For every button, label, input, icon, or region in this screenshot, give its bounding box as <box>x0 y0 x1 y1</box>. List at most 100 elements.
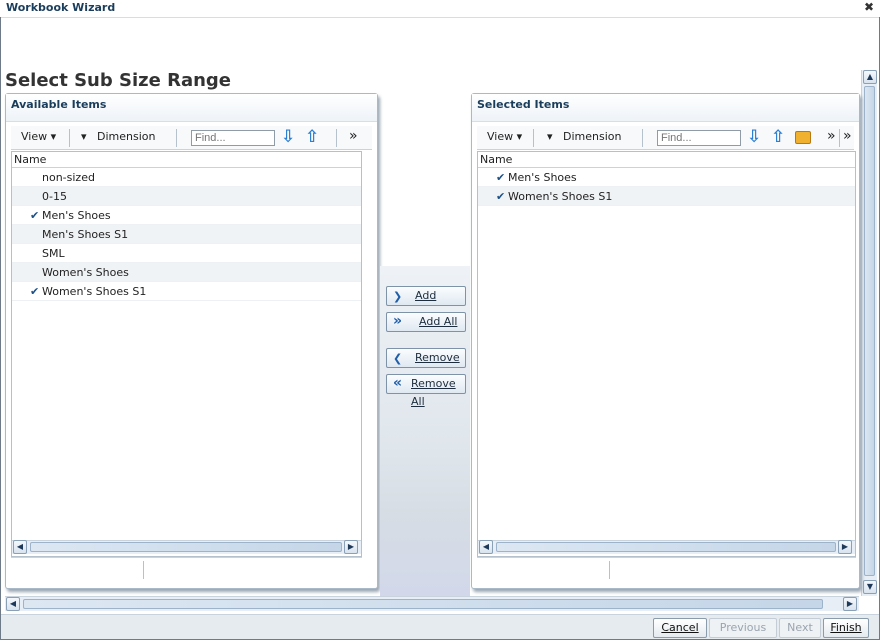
available-items-panel: Available Items View ▾ ▾ Dimension ⇩ ⇧ »… <box>5 93 378 589</box>
page-title: Select Sub Size Range <box>5 70 232 91</box>
list-item-label: Men's Shoes S1 <box>42 228 129 241</box>
remove-button[interactable]: ❮ Remove <box>386 348 466 368</box>
page-horizontal-scrollbar[interactable]: ◀ ▶ <box>5 596 859 611</box>
list-item[interactable]: SML <box>12 244 361 263</box>
toolbar-separator <box>642 129 643 147</box>
list-item[interactable]: Women's Shoes <box>12 263 361 282</box>
list-item[interactable]: ✔ Women's Shoes S1 <box>478 187 855 206</box>
find-input[interactable] <box>657 130 741 146</box>
scroll-thumb[interactable] <box>23 599 823 609</box>
scroll-left-icon[interactable]: ◀ <box>6 597 20 611</box>
more-icon[interactable]: » <box>843 128 852 144</box>
status-separator <box>609 561 610 579</box>
finish-button-label: Finish <box>830 621 862 634</box>
scroll-down-icon[interactable]: ▼ <box>863 580 877 594</box>
list-item[interactable]: ✔ Men's Shoes <box>12 206 361 225</box>
remove-all-icon: « <box>393 375 403 391</box>
available-status-bar <box>11 557 362 579</box>
add-all-button-label: Add All <box>419 315 458 328</box>
scroll-thumb[interactable] <box>30 542 342 552</box>
list-item-label: 0-15 <box>42 190 67 203</box>
list-item[interactable]: 0-15 <box>12 187 361 206</box>
wizard-footer: Cancel Previous Next Finish <box>1 614 879 639</box>
add-all-icon: » <box>393 313 403 329</box>
scroll-right-icon[interactable]: ▶ <box>344 540 358 554</box>
list-item-label: Men's Shoes <box>508 171 577 184</box>
folder-star-icon[interactable] <box>795 131 811 144</box>
previous-button[interactable]: Previous <box>709 618 777 638</box>
view-menu[interactable]: View ▾ <box>21 130 56 143</box>
scroll-up-icon[interactable]: ▲ <box>863 70 877 84</box>
close-icon[interactable]: ✖ <box>862 0 876 14</box>
window-title: Workbook Wizard <box>6 1 116 14</box>
scroll-thumb[interactable] <box>496 542 836 552</box>
available-rows: non-sized 0-15 ✔ Men's Shoes Men's Shoes S1 S… <box>12 168 361 538</box>
check-icon: ✔ <box>30 209 40 222</box>
check-icon: ✔ <box>496 171 506 184</box>
dimension-dropdown-icon[interactable]: ▾ <box>547 130 553 143</box>
list-item[interactable]: ✔ Men's Shoes <box>478 168 855 187</box>
available-toolbar: View ▾ ▾ Dimension ⇩ ⇧ » <box>11 126 372 150</box>
selected-status-bar <box>477 557 856 579</box>
toolbar-separator <box>176 129 177 147</box>
view-menu[interactable]: View ▾ <box>487 130 522 143</box>
scroll-left-icon[interactable]: ◀ <box>479 540 493 554</box>
scroll-thumb[interactable] <box>864 86 875 576</box>
more-icon[interactable]: » <box>349 128 358 144</box>
available-horizontal-scrollbar[interactable]: ◀ ▶ <box>12 540 361 554</box>
toolbar-separator <box>839 129 840 147</box>
list-item[interactable]: non-sized <box>12 168 361 187</box>
more-icon[interactable]: » <box>827 128 836 144</box>
move-up-icon[interactable]: ⇧ <box>771 127 785 147</box>
remove-all-button-label: Remove All <box>411 377 456 408</box>
add-icon: ❯ <box>393 290 403 303</box>
title-bar: Workbook Wizard ✖ <box>0 0 880 17</box>
dimension-dropdown-icon[interactable]: ▾ <box>81 130 87 143</box>
add-all-button[interactable]: » Add All <box>386 312 466 332</box>
list-item-label: Men's Shoes <box>42 209 111 222</box>
scroll-right-icon[interactable]: ▶ <box>843 597 857 611</box>
list-item-label: Women's Shoes S1 <box>508 190 613 203</box>
find-input[interactable] <box>191 130 275 146</box>
dimension-menu[interactable]: Dimension <box>97 130 155 143</box>
next-button-label: Next <box>787 621 813 634</box>
previous-button-label: Previous <box>719 621 767 634</box>
page-vertical-scrollbar[interactable]: ▲ ▼ <box>861 70 877 596</box>
check-icon: ✔ <box>30 285 40 298</box>
selected-horizontal-scrollbar[interactable]: ◀ ▶ <box>478 540 855 554</box>
remove-all-button[interactable]: « Remove All <box>386 374 466 408</box>
list-item-label: Women's Shoes <box>42 266 129 279</box>
selected-panel-title: Selected Items <box>477 98 570 111</box>
list-item[interactable]: Men's Shoes S1 <box>12 225 361 244</box>
add-button[interactable]: ❯ Add <box>386 286 466 306</box>
selected-items-list: Name ✔ Men's Shoes ✔ Women's Shoes S1 ◀ ▶ <box>477 151 856 557</box>
list-item[interactable]: ✔ Women's Shoes S1 <box>12 282 361 301</box>
selected-rows: ✔ Men's Shoes ✔ Women's Shoes S1 <box>478 168 855 538</box>
move-down-icon[interactable]: ⇩ <box>281 127 295 147</box>
name-column-header[interactable]: Name <box>478 152 855 168</box>
toolbar-separator <box>336 129 337 147</box>
list-item-label: non-sized <box>42 171 95 184</box>
scroll-left-icon[interactable]: ◀ <box>13 540 27 554</box>
finish-button[interactable]: Finish <box>823 618 869 638</box>
scroll-right-icon[interactable]: ▶ <box>838 540 852 554</box>
selected-panel-header: Selected Items <box>472 94 859 122</box>
remove-icon: ❮ <box>393 352 403 365</box>
toolbar-separator <box>533 129 534 147</box>
toolbar-separator <box>69 129 70 147</box>
cancel-button-label: Cancel <box>661 621 699 634</box>
dimension-menu[interactable]: Dimension <box>563 130 621 143</box>
cancel-button[interactable]: Cancel <box>653 618 707 638</box>
remove-button-label: Remove <box>415 351 460 364</box>
list-item-label: SML <box>42 247 65 260</box>
move-up-icon[interactable]: ⇧ <box>305 127 319 147</box>
available-panel-header: Available Items <box>6 94 377 122</box>
selected-toolbar: View ▾ ▾ Dimension ⇩ ⇧ » » <box>477 126 854 150</box>
available-items-list: Name non-sized 0-15 ✔ Men's Shoes Men's Shoe… <box>11 151 362 557</box>
list-item-label: Women's Shoes S1 <box>42 285 147 298</box>
name-column-header[interactable]: Name <box>12 152 361 168</box>
add-button-label: Add <box>415 289 437 302</box>
next-button[interactable]: Next <box>779 618 821 638</box>
move-down-icon[interactable]: ⇩ <box>747 127 761 147</box>
check-icon: ✔ <box>496 190 506 203</box>
